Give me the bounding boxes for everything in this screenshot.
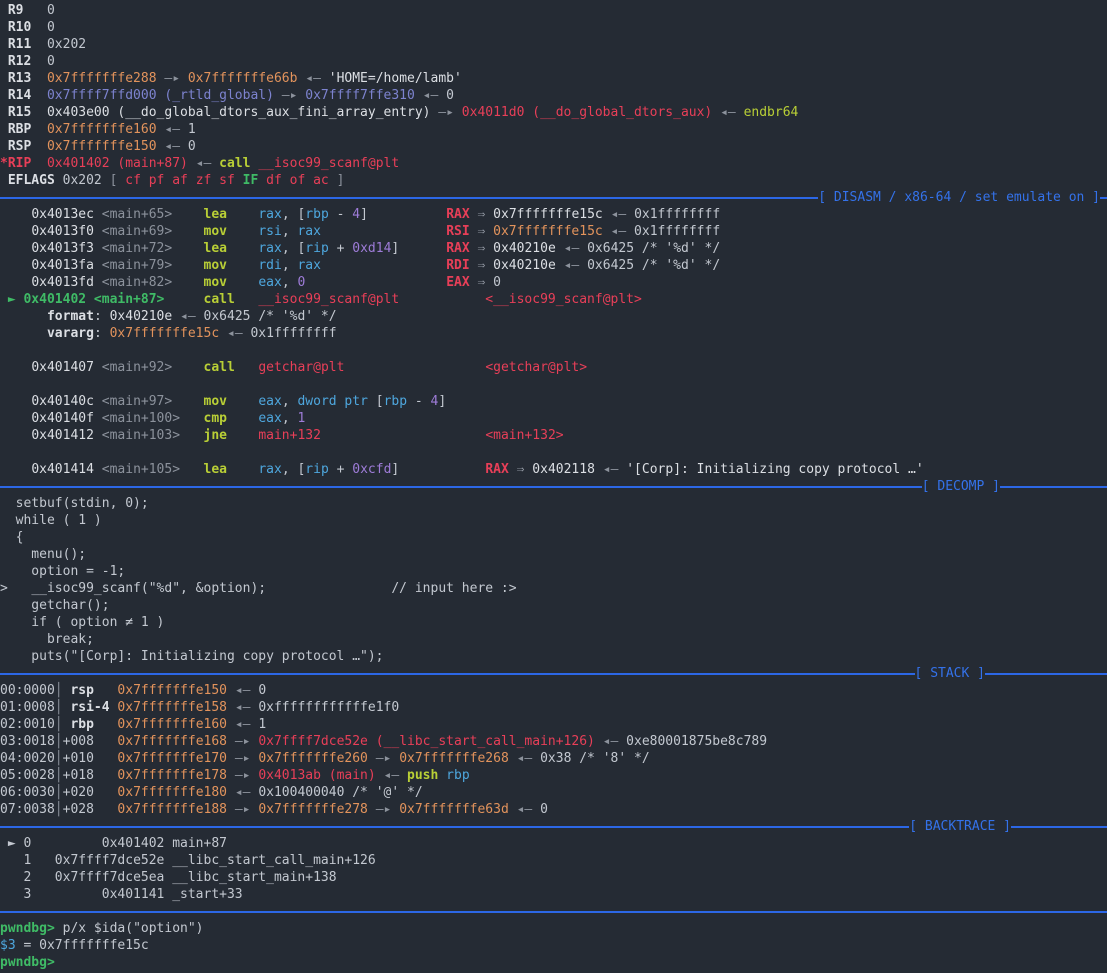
disasm-line-current: ► 0x401402 <main+87> call __isoc99_scanf… [0,291,1107,308]
blank-line [0,376,1107,393]
reg-rip: *RIP 0x401402 (main+87) ◂— call __isoc99… [0,155,1107,172]
blank-line [0,444,1107,461]
section-title: [ BACKTRACE ] [909,818,1011,835]
decomp-line: break; [0,631,1107,648]
terminal[interactable]: R9 0 R10 0 R11 0x202 R12 0 R13 0x7ffffff… [0,0,1107,971]
stack-row: 02:0010│ rbp 0x7fffffffe160 ◂— 1 [0,716,1107,733]
disasm-arg-vararg: vararg: 0x7fffffffe15c ◂— 0x1ffffffff [0,325,1107,342]
disasm-line: 0x4013fa <main+79> mov rdi, rax RDI ⇒ 0x… [0,257,1107,274]
decomp-line: option = -1; [0,563,1107,580]
stack-row: 06:0030│+020 0x7fffffffe180 ◂— 0x1004000… [0,784,1107,801]
decomp-line: while ( 1 ) [0,512,1107,529]
reg-rbp: RBP 0x7fffffffe160 ◂— 1 [0,121,1107,138]
disasm-arg-format: format: 0x40210e ◂— 0x6425 /* '%d' */ [0,308,1107,325]
backtrace-frame: 3 0x401141 _start+33 [0,886,1107,903]
stack-row: 03:0018│+008 0x7fffffffe168 —▸ 0x7ffff7d… [0,733,1107,750]
reg-r13: R13 0x7fffffffe288 —▸ 0x7fffffffe66b ◂— … [0,70,1107,87]
decomp-line: setbuf(stdin, 0); [0,495,1107,512]
decomp-line-current: > __isoc99_scanf("%d", &option); // inpu… [0,580,1107,597]
section-title: [ STACK ] [915,665,985,682]
disasm-line: 0x401412 <main+103> jne main+132 <main+1… [0,427,1107,444]
section-title: [ DISASM / x86-64 / set emulate on ] [818,189,1100,206]
blank-line [0,342,1107,359]
stack-header: [ STACK ] [0,665,1107,682]
reg-rsp: RSP 0x7fffffffe150 ◂— 0 [0,138,1107,155]
reg-r15: R15 0x403e00 (__do_global_dtors_aux_fini… [0,104,1107,121]
reg-r10: R10 0 [0,19,1107,36]
bottom-separator [0,903,1107,920]
command-output: $3 = 0x7fffffffe15c [0,937,1107,954]
reg-r12: R12 0 [0,53,1107,70]
decomp-line: if ( option ≠ 1 ) [0,614,1107,631]
backtrace-frame: 1 0x7ffff7dce52e __libc_start_call_main+… [0,852,1107,869]
stack-row: 05:0028│+018 0x7fffffffe178 —▸ 0x4013ab … [0,767,1107,784]
prompt-line: pwndbg> [0,954,1107,971]
command-line: pwndbg> p/x $ida("option") [0,920,1107,937]
stack-row: 01:0008│ rsi-4 0x7fffffffe158 ◂— 0xfffff… [0,699,1107,716]
stack-row: 04:0020│+010 0x7fffffffe170 —▸ 0x7ffffff… [0,750,1107,767]
decomp-line: menu(); [0,546,1107,563]
backtrace-frame: 2 0x7ffff7dce5ea __libc_start_main+138 [0,869,1107,886]
disasm-line: 0x40140f <main+100> cmp eax, 1 [0,410,1107,427]
backtrace-frame-current: ► 0 0x401402 main+87 [0,835,1107,852]
reg-r11: R11 0x202 [0,36,1107,53]
disasm-line: 0x401407 <main+92> call getchar@plt <get… [0,359,1107,376]
stack-row: 00:0000│ rsp 0x7fffffffe150 ◂— 0 [0,682,1107,699]
disasm-line: 0x4013ec <main+65> lea rax, [rbp - 4] RA… [0,206,1107,223]
disasm-line: 0x40140c <main+97> mov eax, dword ptr [r… [0,393,1107,410]
disasm-header: [ DISASM / x86-64 / set emulate on ] [0,189,1107,206]
disasm-line: 0x4013fd <main+82> mov eax, 0 EAX ⇒ 0 [0,274,1107,291]
section-title: [ DECOMP ] [922,478,1000,495]
decomp-header: [ DECOMP ] [0,478,1107,495]
stack-row: 07:0038│+028 0x7fffffffe188 —▸ 0x7ffffff… [0,801,1107,818]
reg-r14: R14 0x7ffff7ffd000 (_rtld_global) —▸ 0x7… [0,87,1107,104]
reg-eflags: EFLAGS 0x202 [ cf pf af zf sf IF df of a… [0,172,1107,189]
disasm-line: 0x401414 <main+105> lea rax, [rip + 0xcf… [0,461,1107,478]
decomp-line: { [0,529,1107,546]
backtrace-header: [ BACKTRACE ] [0,818,1107,835]
disasm-line: 0x4013f3 <main+72> lea rax, [rip + 0xd14… [0,240,1107,257]
decomp-line: puts("[Corp]: Initializing copy protocol… [0,648,1107,665]
reg-r9: R9 0 [0,2,1107,19]
disasm-line: 0x4013f0 <main+69> mov rsi, rax RSI ⇒ 0x… [0,223,1107,240]
decomp-line: getchar(); [0,597,1107,614]
